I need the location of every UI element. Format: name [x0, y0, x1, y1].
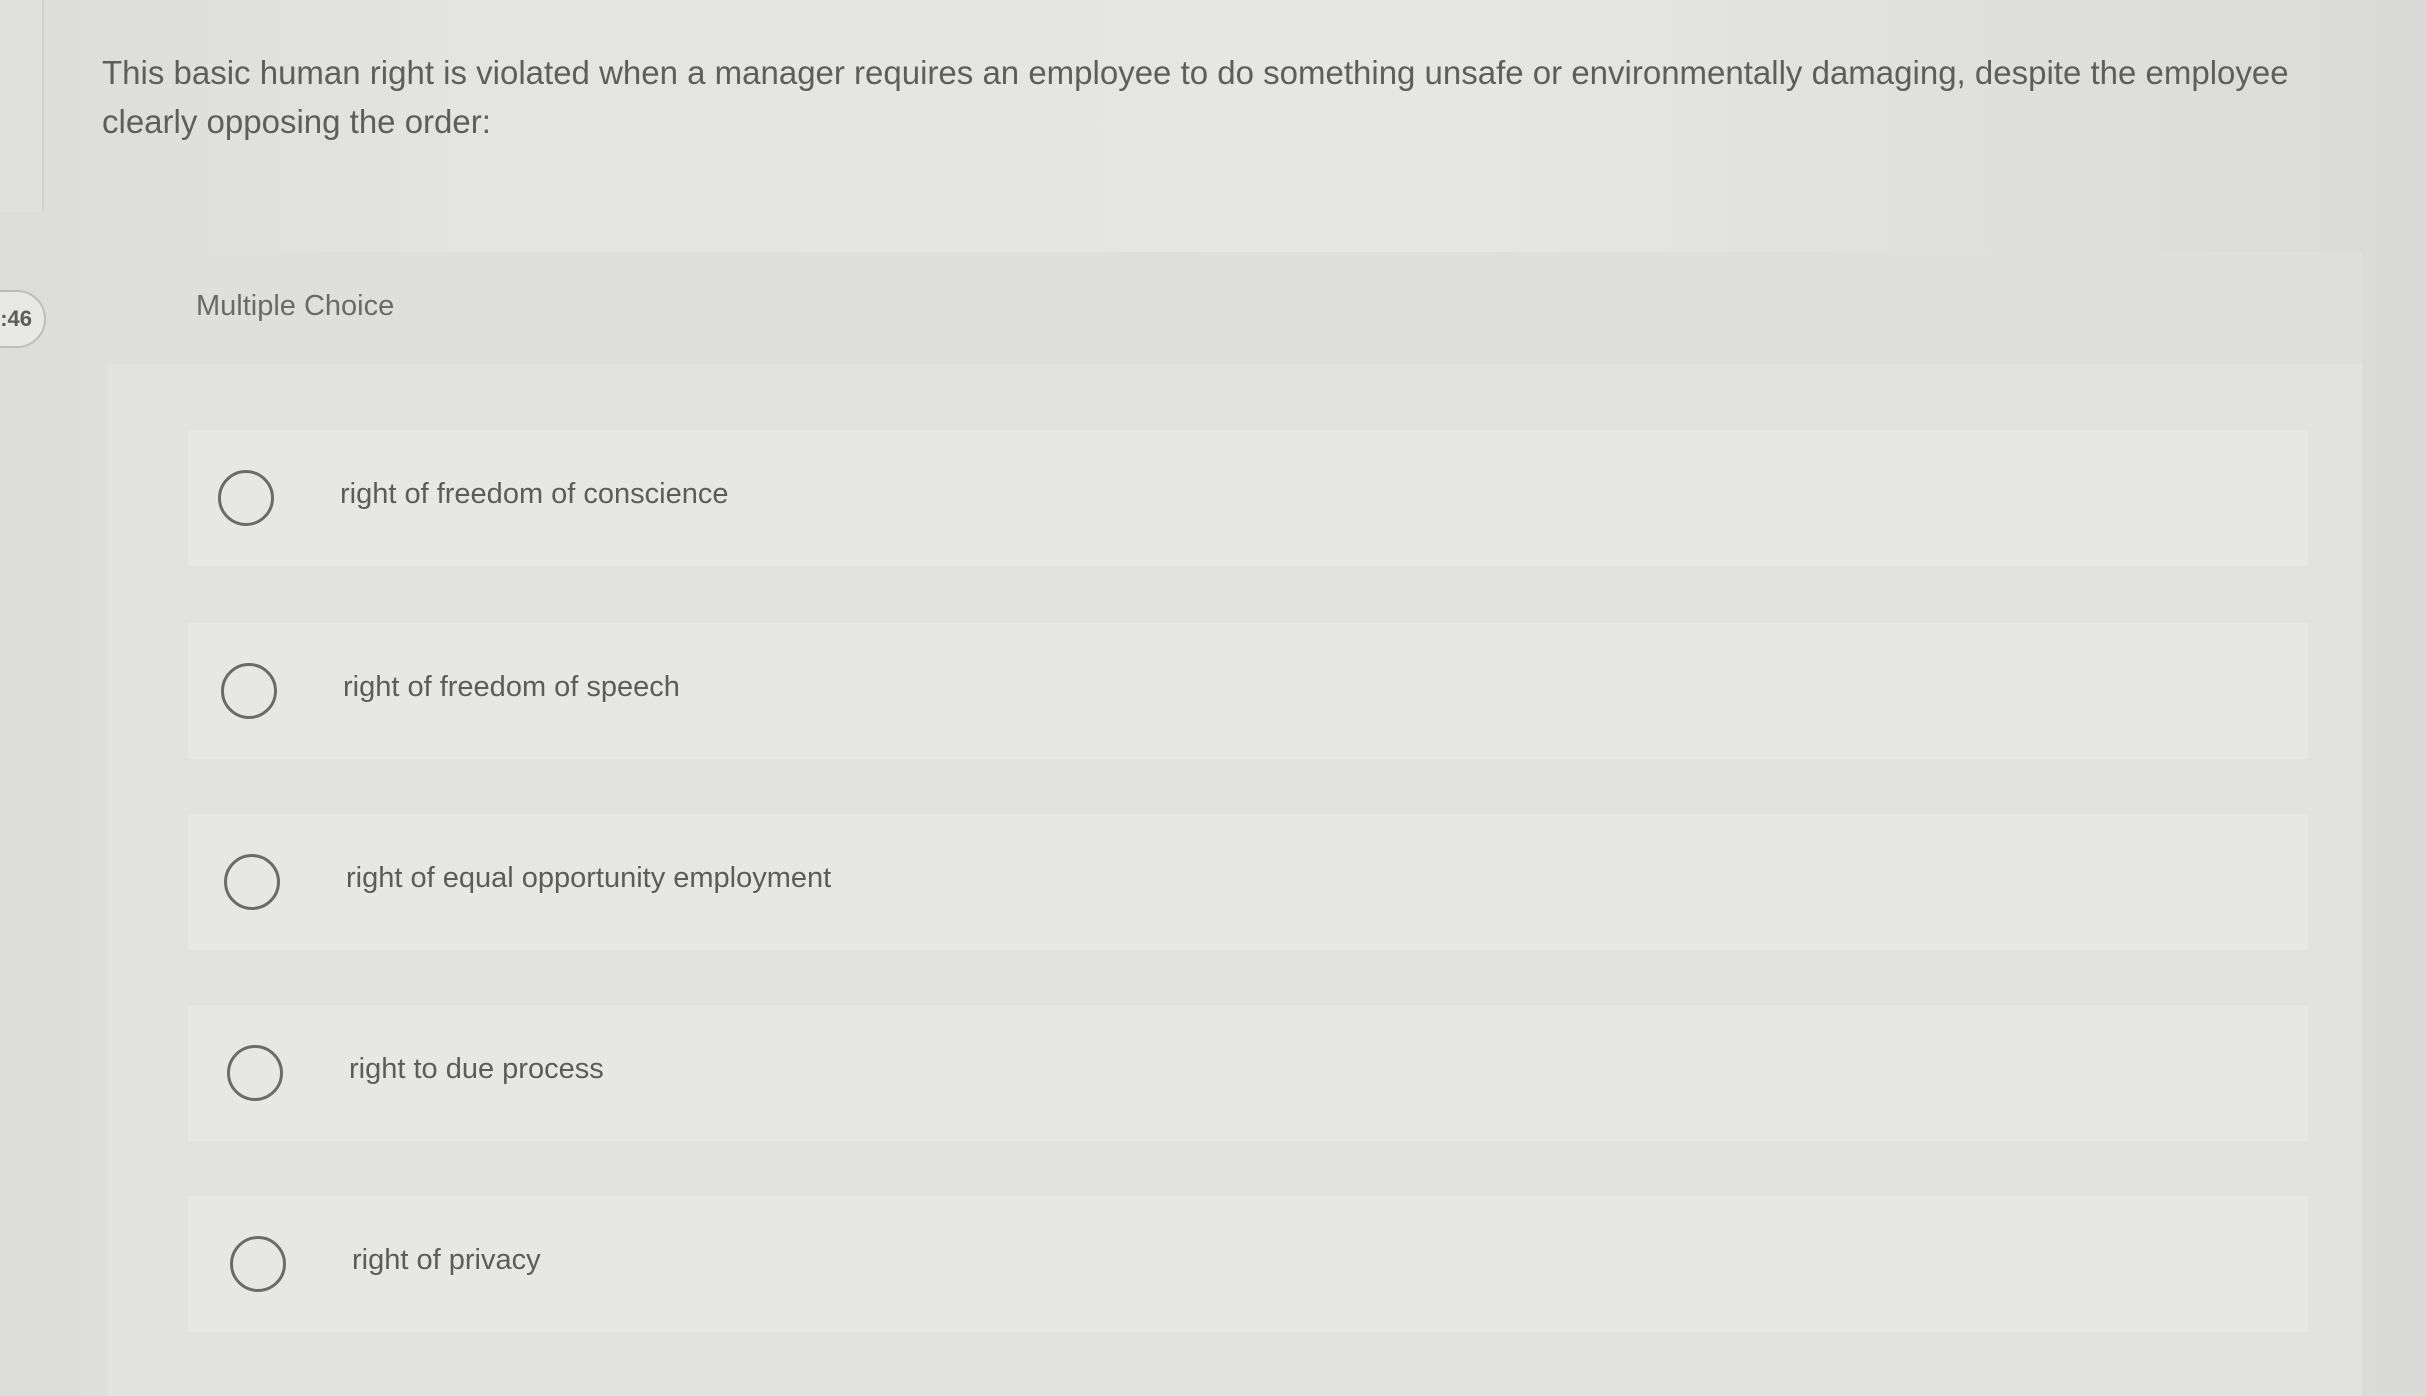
- timer-text: :46: [0, 306, 32, 331]
- option-label[interactable]: right to due process: [349, 1053, 604, 1086]
- answer-option-freedom-of-conscience[interactable]: right of freedom of conscience: [188, 430, 2308, 566]
- radio-button-icon[interactable]: [230, 1236, 286, 1292]
- question-text: This basic human right is violated when …: [102, 54, 2289, 140]
- option-label[interactable]: right of freedom of speech: [343, 671, 680, 704]
- option-label[interactable]: right of equal opportunity employment: [346, 862, 831, 895]
- question-type-label: Multiple Choice: [196, 290, 395, 322]
- timer-badge: :46: [0, 290, 46, 348]
- radio-button-icon[interactable]: [221, 663, 277, 719]
- answer-option-due-process[interactable]: right to due process: [188, 1005, 2308, 1141]
- answer-option-freedom-of-speech[interactable]: right of freedom of speech: [188, 623, 2308, 759]
- radio-button-icon[interactable]: [227, 1045, 283, 1101]
- card-header: Multiple Choice: [108, 252, 2362, 364]
- left-panel-edge: [0, 0, 44, 212]
- option-label[interactable]: right of privacy: [352, 1244, 541, 1277]
- radio-button-icon[interactable]: [224, 854, 280, 910]
- option-label[interactable]: right of freedom of conscience: [340, 478, 728, 511]
- answer-option-privacy[interactable]: right of privacy: [188, 1196, 2308, 1332]
- radio-button-icon[interactable]: [218, 470, 274, 526]
- answer-card: Multiple Choice right of freedom of cons…: [108, 252, 2362, 1396]
- answer-option-equal-opportunity[interactable]: right of equal opportunity employment: [188, 814, 2308, 950]
